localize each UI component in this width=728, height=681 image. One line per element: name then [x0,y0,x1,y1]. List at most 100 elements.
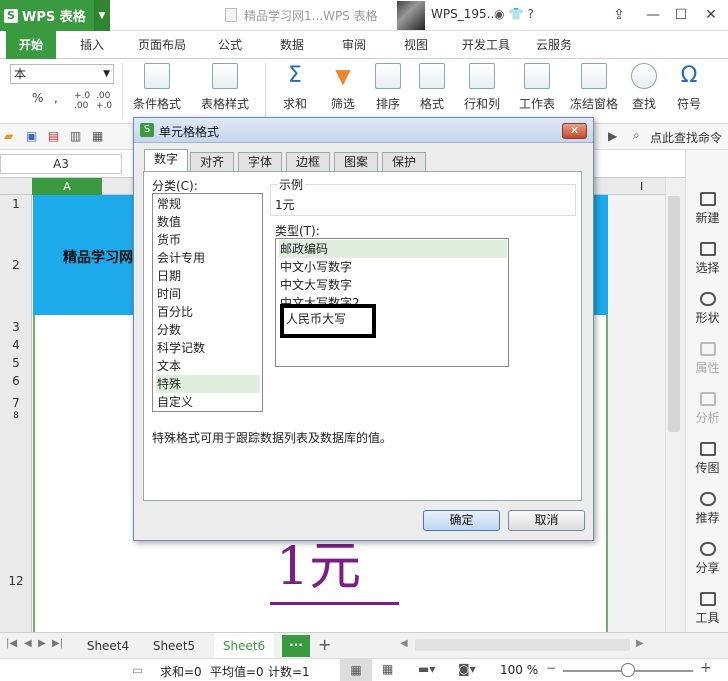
minimize-button[interactable]: — [642,4,664,26]
row-number[interactable]: 4 [0,338,32,352]
maximize-button[interactable]: ☐ [670,4,692,26]
chevron-down-icon[interactable]: ▼ [94,0,110,31]
format-button[interactable]: 格式 [410,61,454,119]
category-item[interactable]: 自定义 [156,393,260,411]
scroll-right-icon[interactable]: ▶ [636,638,644,649]
tab-insert[interactable]: 插入 [68,31,116,59]
dialog-tab-protection[interactable]: 保护 [382,152,426,172]
add-sheet-icon[interactable]: + [318,635,331,654]
dialog-close-button[interactable]: ✕ [562,123,587,139]
last-sheet-icon[interactable]: ▶| [52,638,63,649]
find-button[interactable]: 查找 [624,61,664,119]
format-painter-icon[interactable]: ▶ [608,129,617,143]
eye-protect-icon[interactable]: ◙▾ [458,662,476,676]
panel-upload-image[interactable]: 传图 [686,442,728,476]
symbol-button[interactable]: Ω 符号 [668,61,710,119]
sum-button[interactable]: Σ 求和 [272,61,318,119]
name-box[interactable]: A3 [0,154,122,174]
dialog-tab-alignment[interactable]: 对齐 [190,152,234,172]
increase-decimal-button[interactable]: +.0 .00 [74,91,90,111]
row-number[interactable]: 6 [0,374,32,388]
row-number[interactable]: 8 [0,411,32,421]
print-icon[interactable]: ▥ [70,129,81,143]
panel-recommend[interactable]: 推荐 [686,492,728,526]
reading-layout-icon[interactable]: ▬▾ [418,662,435,676]
percent-button[interactable]: % [32,91,43,105]
category-item[interactable]: 会计专用 [156,249,260,267]
normal-view-icon[interactable]: ▦ [340,659,372,681]
close-button[interactable]: ✕ [700,4,722,26]
tab-home[interactable]: 开始 [6,31,56,59]
font-name-select[interactable]: 本 ▼ [10,64,114,84]
tab-page-layout[interactable]: 页面布局 [130,31,194,59]
dialog-tab-border[interactable]: 边框 [286,152,330,172]
category-item[interactable]: 数值 [156,213,260,231]
type-item[interactable]: 中文小写数字 [279,258,507,276]
freeze-panes-button[interactable]: 冻结窗格 [566,61,622,119]
table-style-button[interactable]: 表格样式 [196,61,254,119]
category-list[interactable]: 常规 数值 货币 会计专用 日期 时间 百分比 分数 科学记数 文本 特殊 自定… [152,193,263,412]
row-number[interactable]: 2 [0,258,32,272]
tab-view[interactable]: 视图 [392,31,440,59]
category-item[interactable]: 科学记数 [156,339,260,357]
help-icon[interactable]: ? [527,7,533,21]
filter-button[interactable]: ▼ 筛选 [320,61,366,119]
row-number[interactable]: 12 [0,574,32,588]
row-number[interactable]: 3 [0,320,32,334]
dialog-title-bar[interactable]: S 单元格格式 ✕ [134,118,593,143]
shirt-icon[interactable]: 👕 [508,7,523,21]
highlighted-type-item[interactable]: 人民币大写 [280,304,376,338]
tab-formula[interactable]: 公式 [206,31,254,59]
row-number[interactable]: 7 [0,396,32,410]
category-item[interactable]: 时间 [156,285,260,303]
comma-button[interactable]: , [54,91,58,105]
panel-select[interactable]: 选择 [686,242,728,276]
sheet-tab[interactable]: Sheet4 [80,633,136,659]
vertical-scrollbar-thumb[interactable] [668,196,680,432]
save-icon[interactable]: ▣ [26,129,37,143]
rows-columns-button[interactable]: 行和列 [454,61,510,119]
panel-tools[interactable]: 工具 [686,592,728,626]
macro-icon[interactable]: ▭ [132,663,143,677]
panel-shape[interactable]: 形状 [686,292,728,326]
user-name[interactable]: WPS_195... [431,7,498,21]
horizontal-scrollbar[interactable] [415,639,630,651]
sheet-tab[interactable]: Sheet5 [146,633,202,659]
avatar[interactable] [397,1,425,30]
zoom-in-icon[interactable]: + [700,660,712,676]
panel-analysis[interactable]: 分析 [686,392,728,426]
row-number[interactable]: 5 [0,356,32,370]
category-item-selected[interactable]: 特殊 [156,375,260,393]
zoom-out-icon[interactable]: − [546,661,556,675]
search-icon[interactable]: ⌕ [633,128,640,143]
open-icon[interactable]: ▰ [4,129,13,143]
pdf-icon[interactable]: ▤ [48,129,59,143]
category-item[interactable]: 文本 [156,357,260,375]
panel-properties[interactable]: 属性 [686,342,728,376]
decrease-decimal-button[interactable]: .00 +.0 [96,91,112,111]
column-i-header[interactable]: I [640,178,643,195]
find-command-input[interactable]: 点此查找命令 [650,129,722,146]
tab-data[interactable]: 数据 [268,31,316,59]
skin-icon[interactable]: ◉ [494,7,504,21]
category-item[interactable]: 分数 [156,321,260,339]
more-sheets-button[interactable]: ··· [282,635,310,657]
type-item-selected[interactable]: 邮政编码 [279,240,507,258]
dialog-tab-number[interactable]: 数字 [144,149,188,172]
tab-developer[interactable]: 开发工具 [454,31,518,59]
next-sheet-icon[interactable]: ▶ [38,638,46,649]
category-item[interactable]: 常规 [156,195,260,213]
tab-cloud[interactable]: 云服务 [528,31,580,59]
category-item[interactable]: 百分比 [156,303,260,321]
app-menu-button[interactable]: S WPS 表格 ▼ [0,0,110,31]
sheet-tab-active[interactable]: Sheet6 [214,633,274,659]
category-item[interactable]: 日期 [156,267,260,285]
dialog-tab-pattern[interactable]: 图案 [334,152,378,172]
type-list[interactable]: 邮政编码 中文小写数字 中文大写数字 中文大写数字2 [275,238,509,367]
page-break-view-icon[interactable]: ▦ [382,662,393,676]
big-value-cell[interactable]: 1元 [270,532,400,605]
column-a-header[interactable]: A [32,178,102,195]
category-item[interactable]: 货币 [156,231,260,249]
dialog-tab-font[interactable]: 字体 [238,152,282,172]
zoom-slider-knob[interactable] [621,663,635,677]
